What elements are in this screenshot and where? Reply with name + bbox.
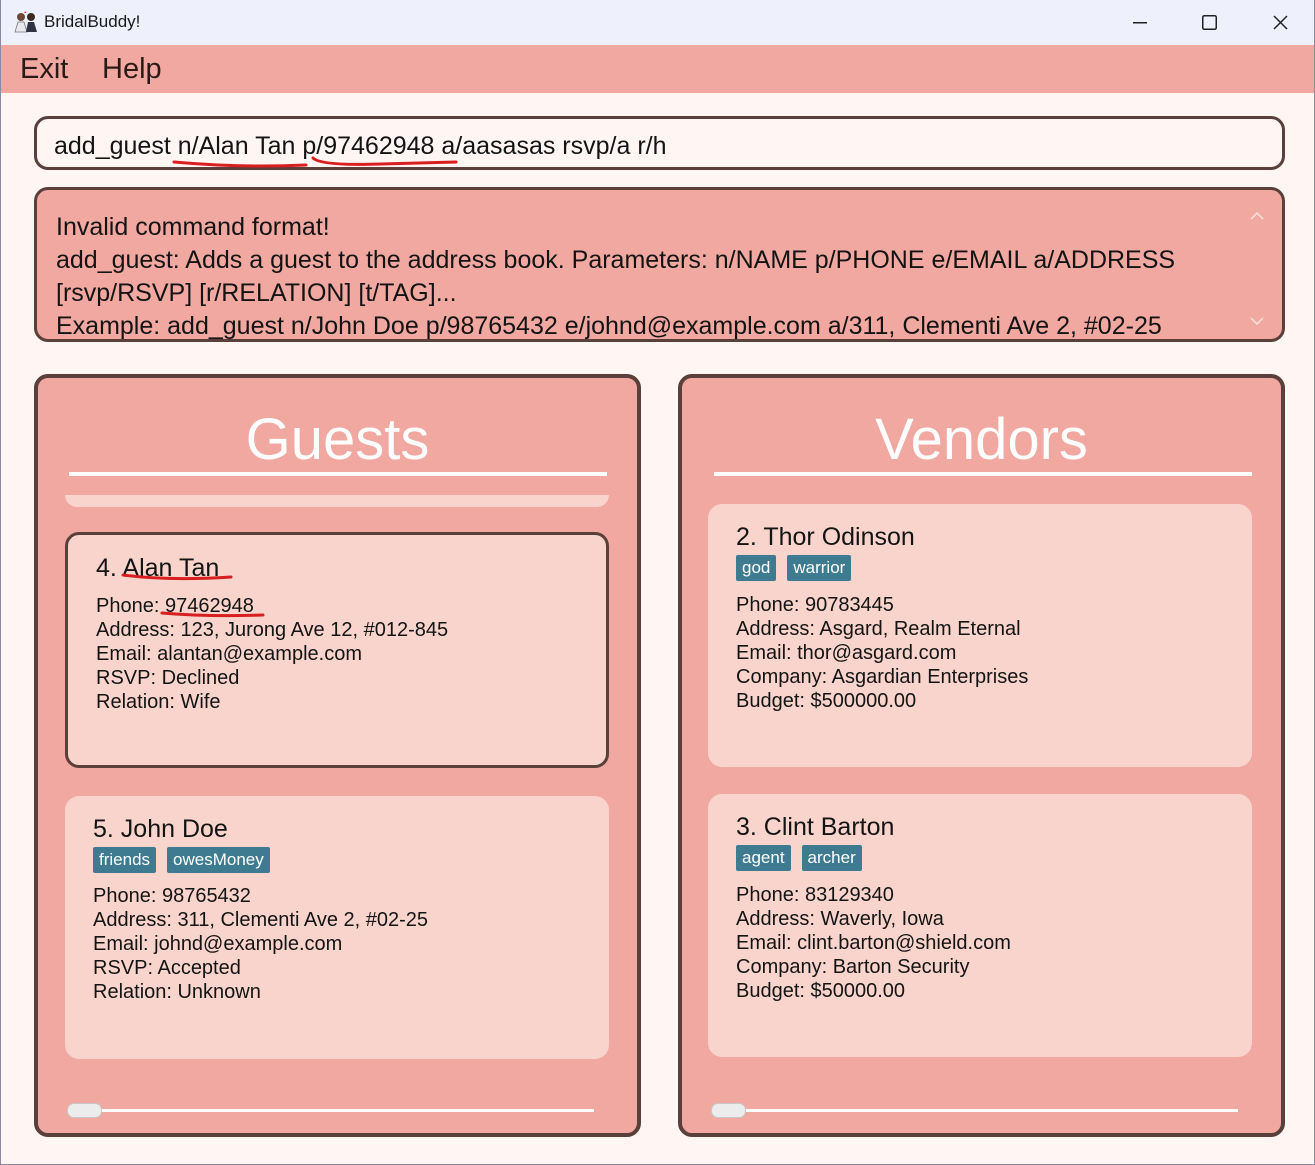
scroll-down-icon[interactable] [1250,316,1264,326]
guest-phone: Phone: 97462948 [96,595,254,617]
vendor-company: Company: Barton Security [736,956,970,978]
scrollbar-thumb[interactable] [711,1103,746,1118]
close-icon [1272,15,1288,30]
scrollbar-thumb[interactable] [67,1103,102,1118]
guest-email: Email: alantan@example.com [96,643,362,665]
tag: owesMoney [167,847,270,873]
guest-relation: Relation: Unknown [93,981,261,1003]
vendors-panel: Vendors 2. Thor Odinson god warrior Phon… [678,374,1285,1137]
tag: god [736,555,777,581]
maximize-icon [1201,15,1217,30]
horizontal-scrollbar[interactable] [68,1109,594,1112]
vendor-budget: Budget: $500000.00 [736,690,917,712]
tag: warrior [787,555,852,581]
menu-help[interactable]: Help [102,53,162,85]
tag: archer [801,845,862,871]
guests-title: Guests [245,407,430,472]
vendor-address: Address: Waverly, Iowa [736,908,944,930]
vendor-company: Company: Asgardian Enterprises [736,666,1029,688]
command-input[interactable]: add_guest n/Alan Tan p/97462948 a/aasasa… [54,131,667,161]
horizontal-scrollbar[interactable] [712,1109,1238,1112]
guest-details: Phone: 97462948 Address: 123, Jurong Ave… [96,594,448,714]
vendor-name: 3. Clint Barton [736,813,895,841]
vendor-email: Email: thor@asgard.com [736,642,957,664]
guests-title-divider [69,472,607,476]
guest-name: 5. John Doe [93,815,228,843]
scroll-up-icon[interactable] [1250,211,1264,221]
window-title: BridalBuddy! [44,12,141,31]
vendor-budget: Budget: $50000.00 [736,980,906,1002]
guest-email: Email: johnd@example.com [93,933,343,955]
guest-details: Phone: 98765432 Address: 311, Clementi A… [93,884,428,1004]
vendor-phone: Phone: 83129340 [736,884,894,906]
command-box[interactable]: add_guest n/Alan Tan p/97462948 a/aasasa… [34,116,1285,170]
guests-panel: Guests 4. Alan Tan Phone: 97462948 Addre… [34,374,641,1137]
title-bar[interactable]: BridalBuddy! [1,0,1314,45]
vendor-tags: agent archer [736,845,862,871]
guest-rsvp: RSVP: Declined [96,667,240,689]
menu-bar: Exit Help [1,45,1314,93]
guest-name: 4. Alan Tan [96,554,220,582]
vendor-email: Email: clint.barton@shield.com [736,932,1011,954]
list-item[interactable] [65,495,609,507]
vendor-address: Address: Asgard, Realm Eternal [736,618,1021,640]
vendors-title-divider [714,472,1252,476]
vendor-details: Phone: 90783445 Address: Asgard, Realm E… [736,593,1028,713]
guest-address: Address: 311, Clementi Ave 2, #02-25 [93,909,429,931]
vendor-tags: god warrior [736,555,852,581]
result-message: Invalid command format! add_guest: Adds … [56,213,1176,340]
guest-phone: Phone: 98765432 [93,885,251,907]
minimize-button[interactable] [1105,0,1175,45]
tag: friends [93,847,157,873]
minimize-icon [1133,21,1147,23]
guest-address: Address: 123, Jurong Ave 12, #012-845 [96,619,449,641]
guest-card[interactable]: 4. Alan Tan Phone: 97462948 Address: 123… [65,532,609,768]
vendor-card[interactable]: 2. Thor Odinson god warrior Phone: 90783… [708,504,1252,767]
guest-card[interactable]: 5. John Doe friends owesMoney Phone: 987… [65,796,609,1059]
bride-groom-icon [14,11,37,33]
menu-exit[interactable]: Exit [20,53,68,85]
vendor-phone: Phone: 90783445 [736,594,894,616]
app-window: BridalBuddy! Exit Help add_guest n/Alan … [0,0,1315,1165]
result-display[interactable]: Invalid command format! add_guest: Adds … [34,187,1285,342]
tag: agent [736,845,791,871]
guest-tags: friends owesMoney [93,847,270,873]
vendor-card[interactable]: 3. Clint Barton agent archer Phone: 8312… [708,794,1252,1057]
vendor-details: Phone: 83129340 Address: Waverly, Iowa E… [736,883,1011,1003]
vendor-name: 2. Thor Odinson [736,523,915,551]
guest-relation: Relation: Wife [96,691,221,713]
guest-rsvp: RSVP: Accepted [93,957,241,979]
close-button[interactable] [1245,0,1314,45]
maximize-button[interactable] [1174,0,1244,45]
vendors-title: Vendors [875,407,1088,472]
